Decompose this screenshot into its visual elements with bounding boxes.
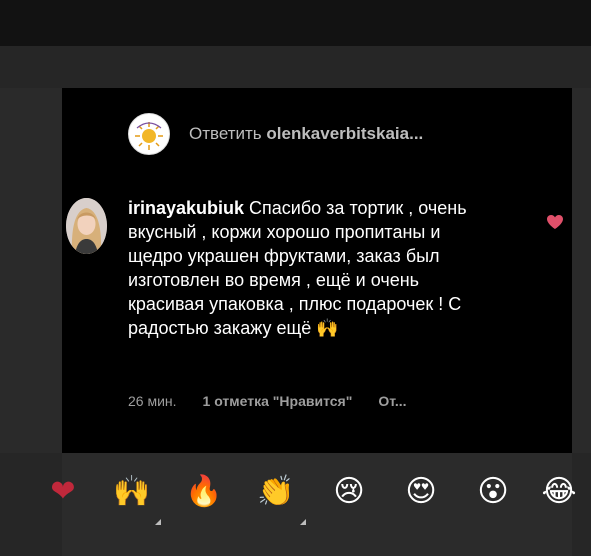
- likes-count[interactable]: 1 отметка "Нравится": [203, 393, 353, 409]
- crying-face-emoji-icon[interactable]: 😢: [330, 473, 368, 511]
- heart-emoji-icon[interactable]: ❤: [44, 473, 82, 511]
- comment-body: irinayakubiuk Спасибо за тортик , очень …: [128, 196, 488, 340]
- heart-eyes-emoji-icon[interactable]: 😍: [402, 473, 440, 511]
- avatar[interactable]: [66, 198, 107, 254]
- fire-emoji-icon[interactable]: 🔥: [185, 473, 223, 511]
- top-band: [0, 0, 591, 46]
- surprised-face-emoji-icon[interactable]: 😮: [474, 473, 512, 511]
- laughing-face-emoji-icon[interactable]: 😂: [540, 473, 578, 511]
- comment-username[interactable]: irinayakubiuk: [128, 198, 244, 218]
- sun-logo-icon: [135, 122, 163, 150]
- reply-username[interactable]: olenkaverbitskaia...: [266, 124, 423, 143]
- comment-time: 26 мин.: [128, 393, 177, 409]
- emoji-reaction-bar: ❤ 🙌 🔥 👏 😢 😍 😮 😂: [50, 453, 577, 556]
- comment-card: Ответить olenkaverbitskaia... irinayakub…: [62, 88, 572, 453]
- variant-corner-icon: [155, 519, 161, 525]
- like-heart-icon[interactable]: [546, 214, 564, 230]
- reply-link[interactable]: От...: [378, 393, 406, 409]
- side-panel-left: [0, 88, 62, 453]
- reply-prefix: Ответить: [189, 124, 262, 143]
- side-panel-right: [572, 88, 591, 453]
- comment-meta: 26 мин. 1 отметка "Нравится" От...: [128, 393, 407, 409]
- reply-to-text[interactable]: Ответить olenkaverbitskaia...: [189, 124, 423, 144]
- raising-hands-emoji-icon[interactable]: 🙌: [113, 473, 151, 511]
- store-logo-avatar: [128, 113, 170, 155]
- comment-text: Спасибо за тортик , очень вкусный , корж…: [128, 198, 467, 338]
- clapping-hands-emoji-icon[interactable]: 👏: [257, 473, 295, 511]
- profile-photo-icon: [66, 198, 107, 254]
- variant-corner-icon: [300, 519, 306, 525]
- reply-to-row[interactable]: Ответить olenkaverbitskaia...: [128, 113, 423, 155]
